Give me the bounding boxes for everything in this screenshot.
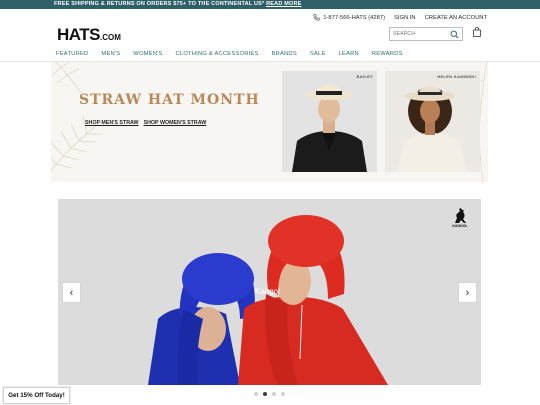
nav-brands[interactable]: BRANDS <box>272 51 297 57</box>
search-box <box>389 27 463 41</box>
nav-learn[interactable]: LEARN <box>339 51 359 57</box>
helen-kaminski-brand-tag: HELEN KAMINSKI <box>437 74 476 79</box>
get-offer-tab[interactable]: Get 15% Off Today! <box>3 387 70 404</box>
palm-leaf-decoration-left <box>51 115 102 172</box>
carousel-dots <box>254 392 285 396</box>
cart-icon[interactable] <box>473 27 481 37</box>
carousel-dot[interactable] <box>254 392 258 396</box>
womens-straw-hat-photo[interactable]: HELEN KAMINSKI <box>385 71 480 172</box>
create-account-link[interactable]: CREATE AN ACCOUNT <box>425 15 487 21</box>
logo-suffix: .COM <box>100 33 121 42</box>
carousel-prev-button[interactable]: ‹ <box>62 282 81 303</box>
nav-womens[interactable]: WOMEN'S <box>133 51 162 57</box>
carousel-dot[interactable] <box>272 392 276 396</box>
nav-mens[interactable]: MEN'S <box>101 51 120 57</box>
hero-label: Kangol <box>255 287 280 296</box>
nav-featured[interactable]: FEATURED <box>56 51 88 57</box>
hero-carousel-slide[interactable]: Kangol KANGOL <box>58 199 481 385</box>
main-nav: FEATURED MEN'S WOMEN'S CLOTHING & ACCESS… <box>56 51 403 57</box>
promo-text: FREE SHIPPING & RETURNS ON ORDERS $75+ T… <box>54 1 265 7</box>
shop-womens-straw-link[interactable]: SHOP WOMEN'S STRAW <box>144 120 207 126</box>
phone-icon <box>313 14 320 21</box>
search-icon[interactable] <box>450 30 459 39</box>
chevron-left-icon: ‹ <box>69 286 74 299</box>
promo-bar: FREE SHIPPING & RETURNS ON ORDERS $75+ T… <box>0 0 540 9</box>
read-more-link[interactable]: READ MORE <box>266 1 301 7</box>
nav-rewards[interactable]: REWARDS <box>372 51 403 57</box>
carousel-dot[interactable] <box>263 392 267 396</box>
phone-number: 1-877-566-HATS (4287) <box>323 14 386 21</box>
sign-in-link[interactable]: SIGN IN <box>394 15 416 21</box>
nav-clothing-accessories[interactable]: CLOTHING & ACCESSORIES <box>176 51 259 57</box>
straw-hat-title: STRAW HAT MONTH <box>79 92 260 108</box>
logo-main: HATS <box>57 25 101 44</box>
nav-sale[interactable]: SALE <box>310 51 326 57</box>
straw-hat-banner[interactable]: STRAW HAT MONTH SHOP MEN'S STRAW SHOP WO… <box>51 62 488 182</box>
woman-in-straw-hat-image <box>385 71 480 172</box>
carousel-dot[interactable] <box>281 392 285 396</box>
man-in-fedora-image <box>282 71 377 172</box>
site-logo[interactable]: HATS.COM <box>57 25 121 45</box>
straw-links: SHOP MEN'S STRAW SHOP WOMEN'S STRAW <box>85 120 206 126</box>
carousel-next-button[interactable]: › <box>458 282 477 303</box>
kangaroo-icon <box>455 208 466 223</box>
utility-bar: 1-877-566-HATS (4287) SIGN IN CREATE AN … <box>313 14 487 21</box>
kangol-brand-text: KANGOL <box>452 224 468 228</box>
mens-straw-hat-photo[interactable]: BAILEY <box>282 71 377 172</box>
chevron-right-icon: › <box>465 286 470 299</box>
kangol-logo: KANGOL <box>451 207 469 229</box>
shop-mens-straw-link[interactable]: SHOP MEN'S STRAW <box>85 120 139 126</box>
search-input[interactable] <box>393 29 448 39</box>
phone-link[interactable]: 1-877-566-HATS (4287) <box>313 14 385 21</box>
bailey-brand-tag: BAILEY <box>356 74 373 79</box>
